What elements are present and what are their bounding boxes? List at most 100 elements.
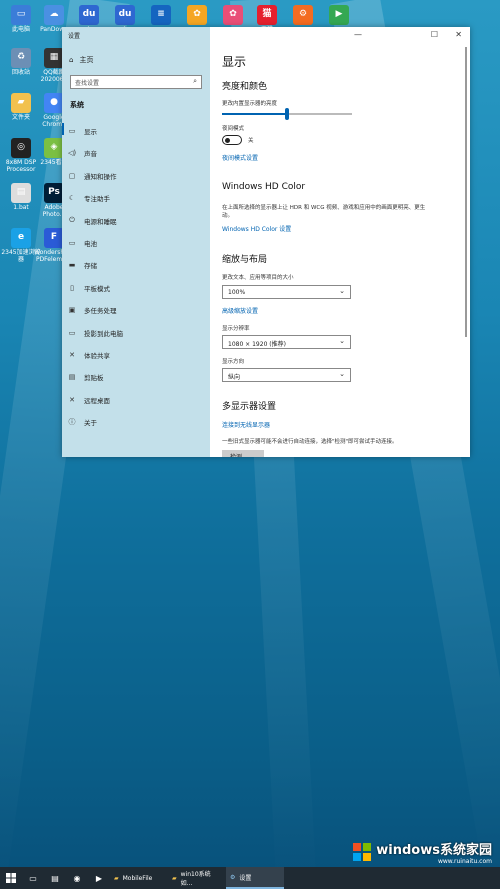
sidebar-item[interactable]: ▬ 存储 (68, 260, 97, 270)
brightness-slider[interactable] (222, 108, 352, 120)
sidebar-item[interactable]: ⓘ 关于 (68, 417, 98, 428)
chevron-down-icon: ⌄ (339, 287, 345, 295)
store-icon[interactable]: ▶ (92, 871, 106, 885)
settings-window: 设置 ⌂ 主页 查找设置 ⌕ 系统 ▭ 显示 ◁) 声音 ▢ 通知和操作 ☾ 专注助手 ⏻ 电源和… (62, 27, 470, 457)
watermark-url: www.ruinaitu.com (437, 858, 492, 865)
sidebar-item-label: 体验共享 (84, 352, 110, 360)
start-button[interactable] (4, 871, 18, 885)
night-light-settings-link[interactable]: 夜间模式设置 (222, 153, 258, 162)
sidebar-item-label: 多任务处理 (84, 307, 117, 316)
tablet-icon: ▯ (70, 283, 74, 292)
desktop-shortcut[interactable]: ≡ (141, 5, 181, 27)
sidebar-item-label: 剪贴板 (84, 374, 104, 383)
close-button[interactable]: ✕ (455, 30, 462, 39)
calculator-icon[interactable]: ▤ (48, 871, 62, 885)
sidebar-home[interactable]: ⌂ 主页 (69, 55, 93, 65)
sidebar-item[interactable]: ▭ 显示 (62, 123, 97, 136)
detect-button[interactable]: 检测 (222, 450, 264, 457)
resolution-dropdown[interactable]: 1080 × 1920 (推荐) ⌄ (222, 335, 351, 349)
cloud-icon: ☁ (44, 5, 64, 25)
sidebar-item-label: 电源和睡眠 (84, 217, 117, 226)
sidebar-item[interactable]: ⏻ 电源和睡眠 (68, 216, 117, 226)
scrollbar[interactable] (465, 47, 467, 337)
folder-icon: ▰ (114, 874, 119, 882)
sidebar-item[interactable]: ✕ 体验共享 (68, 350, 110, 360)
sidebar-item[interactable]: ▢ 通知和操作 (68, 171, 117, 181)
taskbar-app-label: 设置 (239, 874, 252, 882)
clipboard-icon: ▤ (68, 373, 76, 382)
window-title: 设置 (68, 33, 81, 40)
home-icon: ⌂ (69, 56, 74, 64)
sidebar-item[interactable]: ▭ 电池 (68, 238, 97, 248)
desktop-shortcut[interactable]: ✿ (177, 5, 217, 27)
sidebar-item[interactable]: ▣ 多任务处理 (68, 305, 117, 315)
info-icon: ⓘ (68, 418, 76, 427)
maximize-button[interactable]: ☐ (431, 30, 438, 39)
browser-icon[interactable]: ◉ (70, 871, 84, 885)
taskbar-app[interactable]: ▰ MobileFile (110, 867, 168, 889)
watermark: windows系统家园 www.ruinaitu.com (352, 839, 492, 865)
chrome-icon: ● (44, 93, 64, 113)
desktop-shortcut[interactable]: ▶ (319, 5, 359, 27)
sidebar-item-label: 投影到此电脑 (84, 329, 123, 338)
sidebar-item-label: 远程桌面 (84, 396, 110, 405)
speaker-icon: ◎ (11, 138, 31, 158)
power-icon: ⏻ (69, 216, 75, 225)
windows-logo-icon (353, 843, 372, 861)
sidebar-item-label: 关于 (84, 419, 97, 428)
page-title: 显示 (222, 55, 247, 69)
sidebar-item[interactable]: ✕ 远程桌面 (68, 395, 110, 405)
advanced-scaling-link[interactable]: 高级缩放设置 (222, 306, 258, 315)
chevron-down-icon: ⌄ (339, 337, 345, 345)
brightness-label: 更改内置显示器的亮度 (222, 101, 278, 107)
pdf-icon: F (44, 228, 64, 248)
night-light-toggle[interactable] (222, 135, 242, 145)
play-icon: ▶ (329, 5, 349, 25)
settings-content: — ☐ ✕ 显示 亮度和颜色 更改内置显示器的亮度 夜间模式 关 夜间模式设置 … (210, 27, 470, 457)
moon-icon: ☾ (68, 194, 76, 203)
scale-label: 更改文本、应用等项目的大小 (222, 275, 294, 281)
sidebar-item-label: 通知和操作 (84, 172, 117, 181)
gear-icon: ⚙ (293, 5, 313, 25)
night-light-state: 关 (248, 138, 254, 144)
wireless-display-link[interactable]: 连接到无线显示器 (222, 420, 270, 429)
task-view-icon[interactable]: ▭ (26, 871, 40, 885)
sidebar-item[interactable]: ▯ 平板模式 (68, 283, 110, 293)
sidebar-home-label: 主页 (79, 56, 94, 64)
hdr-settings-link[interactable]: Windows HD Color 设置 (222, 224, 291, 233)
scale-dropdown[interactable]: 100% ⌄ (222, 285, 351, 299)
share-icon: ✕ (69, 351, 75, 359)
taskbar-apps: ▰ MobileFile ▰ win10系统如... ⚙ 设置 (110, 867, 284, 889)
photo-viewer-icon: ◈ (44, 138, 64, 158)
sidebar-item-label: 显示 (84, 128, 97, 136)
brightness-slider-fill (222, 113, 287, 115)
minimize-button[interactable]: — (354, 30, 362, 39)
desktop-shortcut[interactable]: ⚙ (283, 5, 323, 27)
chevron-down-icon: ⌄ (339, 370, 345, 378)
multi-display-heading: 多显示器设置 (222, 402, 277, 412)
bat-file-icon: ▤ (11, 183, 31, 203)
hdr-heading: Windows HD Color (222, 182, 306, 192)
sidebar-item[interactable]: ☾ 专注助手 (68, 193, 110, 203)
scale-heading: 缩放与布局 (222, 255, 268, 265)
sidebar-item[interactable]: ▭ 投影到此电脑 (68, 328, 123, 338)
orientation-dropdown[interactable]: 纵向 ⌄ (222, 368, 351, 382)
brightness-slider-thumb[interactable] (285, 108, 289, 120)
taskbar-app[interactable]: ⚙ 设置 (226, 867, 284, 889)
sidebar-section-title: 系统 (70, 101, 84, 109)
sidebar-item[interactable]: ◁) 声音 (68, 148, 97, 158)
hdr-description: 在上面所选择的显示器上让 HDR 和 WCG 视频、游戏和应用中的画面更明亮、更… (222, 205, 426, 220)
settings-sidebar: 设置 ⌂ 主页 查找设置 ⌕ 系统 ▭ 显示 ◁) 声音 ▢ 通知和操作 ☾ 专注助手 ⏻ 电源和… (62, 27, 210, 457)
windows-start-icon (6, 873, 16, 883)
sidebar-item[interactable]: ▤ 剪贴板 (68, 372, 104, 382)
brightness-heading: 亮度和颜色 (222, 82, 268, 92)
watermark-text: windows系统家园 (376, 843, 492, 858)
baidu-icon: du (115, 5, 135, 25)
multitask-icon: ▣ (68, 306, 76, 315)
orientation-value: 纵向 (228, 374, 241, 381)
orientation-label: 显示方向 (222, 359, 245, 365)
sidebar-item-label: 平板模式 (84, 284, 110, 293)
search-input[interactable]: 查找设置 ⌕ (70, 75, 202, 89)
gear-icon: ⚙ (230, 873, 236, 881)
taskbar-app[interactable]: ▰ win10系统如... (168, 867, 226, 889)
